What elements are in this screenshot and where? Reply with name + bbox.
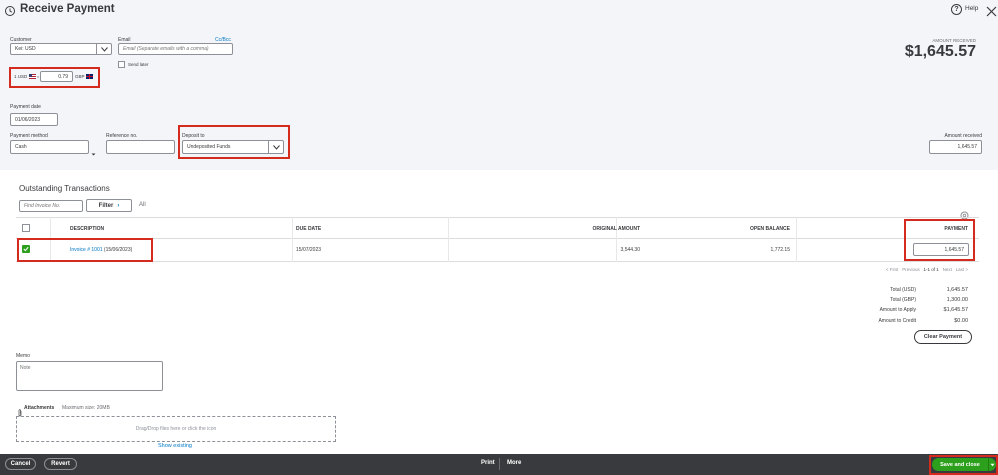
caret-down-icon	[990, 463, 995, 466]
revert-button[interactable]: Revert	[44, 458, 77, 470]
payment-method-dropdown-icon[interactable]	[91, 144, 96, 156]
save-and-close-label: Save and close	[940, 461, 980, 468]
save-and-close-button[interactable]: Save and close	[932, 458, 988, 471]
amount-received-field-label: Amount received	[944, 133, 982, 139]
paperclip-icon	[17, 404, 23, 417]
column-header-original-amount: ORIGINAL AMOUNT	[592, 226, 641, 232]
customer-value: Kei: USD	[15, 46, 36, 52]
payment-date-label: Payment date	[10, 104, 41, 110]
select-all-checkbox[interactable]	[22, 224, 30, 232]
page-title: Receive Payment	[20, 3, 115, 15]
outstanding-title: Outstanding Transactions	[19, 184, 110, 193]
chevron-right-icon: ›	[117, 202, 120, 209]
payment-method-select[interactable]: Cash	[10, 140, 89, 154]
more-button[interactable]: More	[507, 460, 521, 466]
invoice-original-amount: 3,544.30	[620, 247, 640, 253]
history-icon[interactable]	[4, 4, 16, 16]
filter-label: Filter	[98, 202, 114, 209]
help-icon[interactable]: ?	[951, 4, 962, 15]
transactions-table	[16, 217, 979, 262]
invoice-description: Invoice # 1001 (15/06/2023)	[70, 247, 132, 253]
attachments-max-size: Maximum size: 20MB	[62, 405, 110, 411]
chevron-down-icon	[268, 141, 283, 153]
column-header-open-balance: OPEN BALANCE	[749, 226, 790, 232]
pagination: < First Previous 1-1 of 1 Next Last >	[886, 267, 968, 272]
cancel-button[interactable]: Cancel	[5, 458, 36, 470]
payment-method-label: Payment method	[10, 133, 48, 139]
summary-value: 1,645.57	[946, 287, 968, 293]
filter-all-text: All	[139, 202, 146, 208]
pagination-first[interactable]: < First	[886, 267, 899, 272]
find-invoice-input[interactable]	[19, 200, 83, 212]
exchange-from-currency: 1 USD	[14, 74, 28, 79]
close-icon[interactable]	[986, 4, 997, 17]
amount-received-field[interactable]: 1,645.57	[929, 140, 982, 154]
invoice-payment-input[interactable]: 1,645.57	[913, 243, 969, 256]
gear-icon[interactable]	[960, 207, 969, 220]
invoice-row-checkbox[interactable]	[22, 245, 30, 253]
column-header-description: DESCRIPTION	[70, 226, 105, 232]
exchange-rate-input[interactable]: 0.79	[40, 71, 73, 82]
show-existing-link[interactable]: Show existing	[158, 443, 192, 449]
invoice-payment-value: 1,645.57	[944, 246, 964, 253]
col-divider	[292, 217, 293, 262]
help-link[interactable]: Help	[965, 5, 978, 12]
print-button[interactable]: Print	[481, 460, 495, 466]
chevron-down-icon	[96, 44, 111, 54]
pagination-previous[interactable]: Previous	[902, 267, 920, 272]
payment-date-value: 01/06/2023	[15, 116, 41, 123]
reference-field[interactable]	[106, 140, 175, 154]
reference-label: Reference no.	[106, 133, 138, 139]
memo-field[interactable]	[16, 361, 163, 391]
exchange-rate-value: 0.79	[58, 73, 68, 80]
memo-label: Memo	[16, 353, 30, 359]
summary-value: $1,645.57	[943, 307, 968, 313]
summary-label: Amount to Apply	[879, 307, 916, 313]
invoice-due-date: 15/07/2023	[296, 247, 322, 253]
invoice-open-balance: 1,772.15	[770, 247, 790, 253]
col-divider	[616, 217, 617, 262]
deposit-to-label: Deposit to	[182, 133, 205, 139]
customer-select[interactable]: Kei: USD	[10, 43, 112, 55]
summary-value: $0.00	[954, 318, 968, 324]
deposit-to-select[interactable]: Undeposited Funds	[182, 140, 284, 154]
pagination-last[interactable]: Last >	[956, 267, 968, 272]
summary-label: Amount to Credit	[878, 318, 916, 324]
summary-label: Total (USD)	[890, 287, 916, 293]
payment-date-field[interactable]: 01/06/2023	[10, 113, 58, 126]
exchange-to-currency: GBP	[75, 74, 85, 79]
payment-method-value: Cash	[15, 144, 27, 150]
clear-payment-button[interactable]: Clear Payment	[914, 330, 972, 344]
us-flag-icon	[28, 74, 36, 80]
exchange-from: 1 USD =	[14, 74, 39, 80]
dropzone-text: Drag/Drop files here or click the icon	[135, 426, 217, 432]
amount-received-total: $1,645.57	[904, 43, 976, 60]
table-header-top-border	[16, 217, 979, 218]
send-later-label: Send later	[128, 62, 149, 67]
table-header-bottom-border	[16, 238, 979, 239]
send-later-checkbox[interactable]	[118, 61, 125, 68]
summary-label: Total (GBP)	[890, 297, 916, 303]
column-header-due-date: DUE DATE	[296, 226, 322, 232]
attachments-label: Attachments	[24, 405, 55, 411]
deposit-to-value: Undeposited Funds	[187, 144, 231, 150]
amount-received-field-value: 1,645.57	[957, 144, 977, 150]
summary-value: 1,300.00	[946, 297, 968, 303]
col-divider	[796, 217, 797, 262]
pagination-next[interactable]: Next	[943, 267, 952, 272]
filter-button[interactable]: Filter ›	[86, 199, 132, 212]
exchange-to: GBP	[75, 74, 93, 80]
pagination-range: 1-1 of 1	[923, 267, 939, 272]
invoice-link[interactable]: Invoice # 1001	[70, 247, 103, 253]
col-divider	[448, 217, 449, 262]
email-field[interactable]	[118, 43, 233, 55]
attachment-dropzone[interactable]: Drag/Drop files here or click the icon	[16, 416, 336, 442]
table-row-bottom-border	[16, 261, 979, 262]
uk-flag-icon	[85, 74, 93, 80]
footer-divider	[499, 458, 500, 470]
invoice-date: (15/06/2023)	[103, 247, 133, 253]
